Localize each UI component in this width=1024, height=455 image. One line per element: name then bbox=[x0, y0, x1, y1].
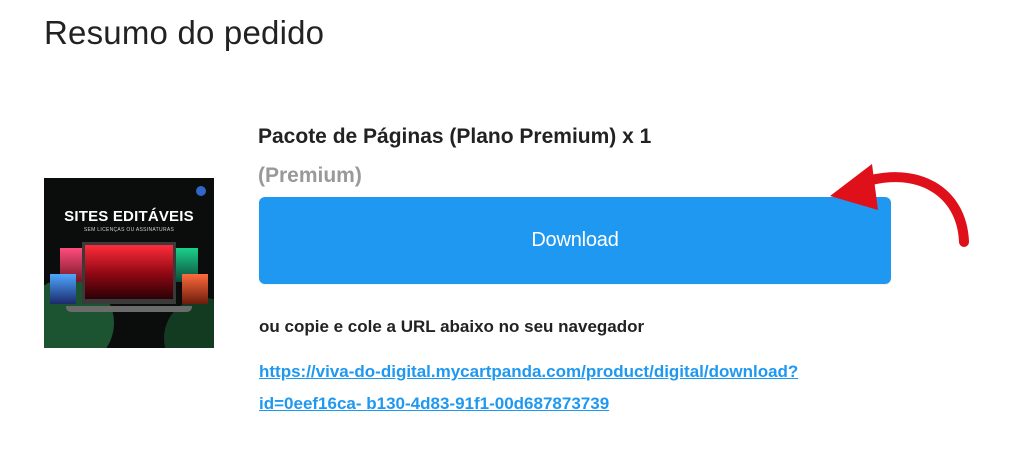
laptop-mockup bbox=[82, 242, 176, 304]
download-url-link[interactable]: https://viva-do-digital.mycartpanda.com/… bbox=[259, 356, 999, 420]
product-name: Pacote de Páginas (Plano Premium) x 1 bbox=[258, 125, 652, 148]
thumbnail-mockup-card bbox=[182, 274, 208, 304]
download-url-line2: id=0eef16ca- b130-4d83-91f1-00d687873739 bbox=[259, 394, 610, 413]
download-url-line1: https://viva-do-digital.mycartpanda.com/… bbox=[259, 362, 799, 381]
thumbnail-mockup-card bbox=[50, 274, 76, 304]
product-variant: (Premium) bbox=[258, 164, 362, 187]
page-title: Resumo do pedido bbox=[44, 14, 325, 51]
thumbnail-subheading: SEM LICENÇAS OU ASSINATURAS bbox=[83, 227, 175, 233]
download-button[interactable]: Download bbox=[259, 197, 891, 284]
laptop-base bbox=[66, 306, 192, 312]
thumbnail-heading: SITES EDITÁVEIS bbox=[64, 208, 194, 225]
thumbnail-badge-icon bbox=[196, 186, 206, 196]
curved-arrow-icon bbox=[830, 164, 969, 247]
product-thumbnail: SITES EDITÁVEIS SEM LICENÇAS OU ASSINATU… bbox=[44, 178, 214, 348]
copy-url-hint: ou copie e cole a URL abaixo no seu nave… bbox=[259, 317, 645, 336]
